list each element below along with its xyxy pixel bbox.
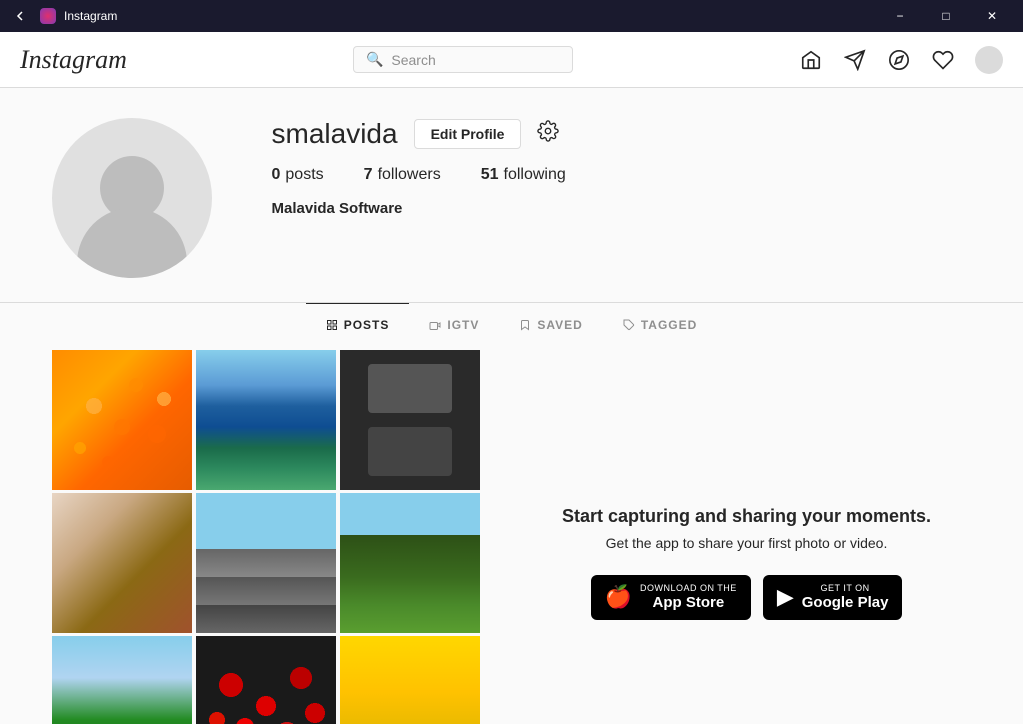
nav-icons — [799, 46, 1003, 74]
grid-item[interactable] — [196, 636, 336, 724]
appstore-button[interactable]: 🍎 Download on the App Store — [591, 575, 751, 620]
app-icon — [40, 8, 56, 24]
profile-tabs: POSTS IGTV SAVED TAGGED — [32, 303, 992, 346]
grid-item[interactable] — [340, 636, 480, 724]
tab-saved[interactable]: SAVED — [499, 303, 602, 346]
grid-item[interactable] — [52, 350, 192, 490]
posts-grid — [52, 346, 482, 724]
googleplay-label-big: Google Play — [802, 594, 889, 612]
minimize-button[interactable]: − — [877, 0, 923, 32]
window-controls: − □ ✕ — [877, 0, 1015, 32]
profile-username: smalavida — [272, 118, 398, 150]
grid-item[interactable] — [52, 493, 192, 633]
tab-saved-label: SAVED — [537, 318, 582, 332]
home-icon[interactable] — [799, 48, 823, 72]
following-stat[interactable]: 51 following — [481, 166, 566, 184]
tab-posts-label: POSTS — [344, 318, 390, 332]
window-title: Instagram — [64, 9, 877, 23]
content-area: smalavida Edit Profile 0 posts — [0, 88, 1023, 724]
tab-igtv-label: IGTV — [447, 318, 479, 332]
cta-panel: Start capturing and sharing your moments… — [522, 346, 972, 724]
avatar[interactable] — [975, 46, 1003, 74]
tab-tagged-label: TAGGED — [641, 318, 697, 332]
googleplay-button[interactable]: ▶ GET IT ON Google Play — [763, 575, 903, 620]
following-count: 51 — [481, 166, 499, 184]
edit-profile-button[interactable]: Edit Profile — [414, 119, 522, 149]
maximize-button[interactable]: □ — [923, 0, 969, 32]
profile-top-row: smalavida Edit Profile — [272, 118, 972, 150]
tab-tagged[interactable]: TAGGED — [603, 303, 717, 346]
apple-icon: 🍎 — [605, 584, 632, 610]
titlebar: Instagram − □ ✕ — [0, 0, 1023, 32]
cta-title: Start capturing and sharing your moments… — [562, 506, 931, 527]
navbar: Instagram 🔍 — [0, 32, 1023, 88]
appstore-text: Download on the App Store — [640, 583, 737, 612]
close-button[interactable]: ✕ — [969, 0, 1015, 32]
profile-full-name: Malavida Software — [272, 200, 403, 217]
search-box: 🔍 — [353, 46, 573, 73]
profile-avatar-wrap — [52, 118, 212, 278]
tab-igtv[interactable]: IGTV — [409, 303, 499, 346]
profile-section: smalavida Edit Profile 0 posts — [32, 118, 992, 278]
settings-icon[interactable] — [537, 120, 559, 148]
grid-item[interactable] — [340, 350, 480, 490]
followers-count: 7 — [364, 166, 373, 184]
posts-stat[interactable]: 0 posts — [272, 166, 324, 184]
googleplay-text: GET IT ON Google Play — [802, 583, 889, 612]
followers-stat[interactable]: 7 followers — [364, 166, 441, 184]
following-label: following — [504, 166, 566, 184]
grid-item[interactable] — [340, 493, 480, 633]
profile-stats: 0 posts 7 followers 51 following — [272, 166, 972, 184]
back-button[interactable] — [8, 4, 32, 28]
posts-label: posts — [285, 166, 323, 184]
search-input[interactable] — [391, 52, 551, 68]
search-icon: 🔍 — [366, 51, 383, 68]
explore-icon[interactable] — [887, 48, 911, 72]
posts-count: 0 — [272, 166, 281, 184]
avatar-body — [77, 208, 187, 278]
app-container: Instagram 🔍 — [0, 32, 1023, 724]
store-buttons: 🍎 Download on the App Store ▶ GET IT ON … — [591, 575, 903, 620]
avatar-person — [52, 118, 212, 278]
followers-label: followers — [378, 166, 441, 184]
grid-item[interactable] — [196, 493, 336, 633]
profile-info: smalavida Edit Profile 0 posts — [272, 118, 972, 218]
grid-item[interactable] — [196, 350, 336, 490]
google-play-icon: ▶ — [777, 584, 794, 610]
heart-icon[interactable] — [931, 48, 955, 72]
googleplay-label-small: GET IT ON — [802, 583, 889, 594]
grid-item[interactable] — [52, 636, 192, 724]
profile-avatar — [52, 118, 212, 278]
cta-subtitle: Get the app to share your first photo or… — [606, 535, 888, 551]
appstore-label-big: App Store — [640, 594, 737, 612]
appstore-label-small: Download on the — [640, 583, 737, 594]
send-icon[interactable] — [843, 48, 867, 72]
instagram-logo[interactable]: Instagram — [20, 45, 127, 75]
main-area: Start capturing and sharing your moments… — [32, 346, 992, 724]
tab-posts[interactable]: POSTS — [306, 303, 410, 346]
